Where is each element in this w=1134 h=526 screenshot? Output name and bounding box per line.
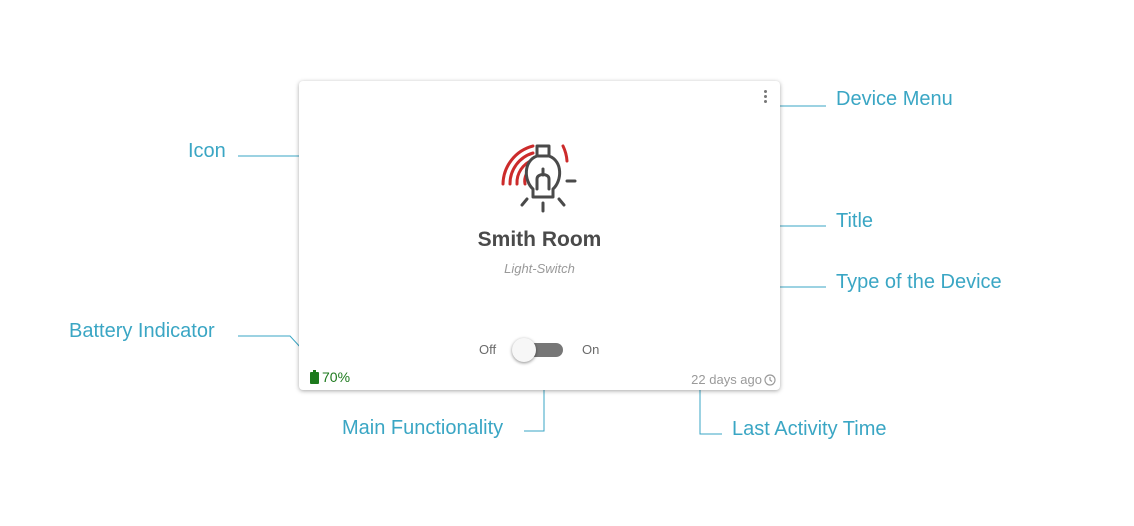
- kebab-menu-icon[interactable]: [759, 90, 771, 108]
- toggle-knob[interactable]: [512, 338, 536, 362]
- toggle-on-label: On: [582, 342, 600, 357]
- annotation-battery: Battery Indicator: [69, 320, 215, 342]
- toggle-off-label: Off: [479, 342, 497, 357]
- device-card: Smith Room Light-Switch Off On 70% 22 da…: [299, 81, 780, 390]
- clock-icon: [764, 373, 776, 386]
- device-type: Light-Switch: [504, 261, 575, 276]
- annotation-main-functionality: Main Functionality: [342, 417, 504, 439]
- annotation-type: Type of the Device: [836, 271, 1002, 293]
- main-toggle-switch[interactable]: [512, 338, 563, 362]
- leader-last-activity: [699, 390, 722, 435]
- annotation-last-activity: Last Activity Time: [732, 418, 887, 440]
- battery-indicator: 70%: [310, 369, 350, 385]
- light-bulb-icon: [501, 144, 577, 213]
- annotation-title: Title: [836, 210, 874, 232]
- battery-percentage: 70%: [322, 369, 351, 385]
- annotation-icon: Icon: [188, 140, 226, 162]
- annotation-device-menu: Device Menu: [836, 88, 953, 110]
- last-activity-text: 22 days ago: [691, 372, 762, 387]
- device-title: Smith Room: [477, 228, 602, 251]
- battery-icon: [310, 370, 319, 384]
- last-activity: 22 days ago: [691, 372, 776, 387]
